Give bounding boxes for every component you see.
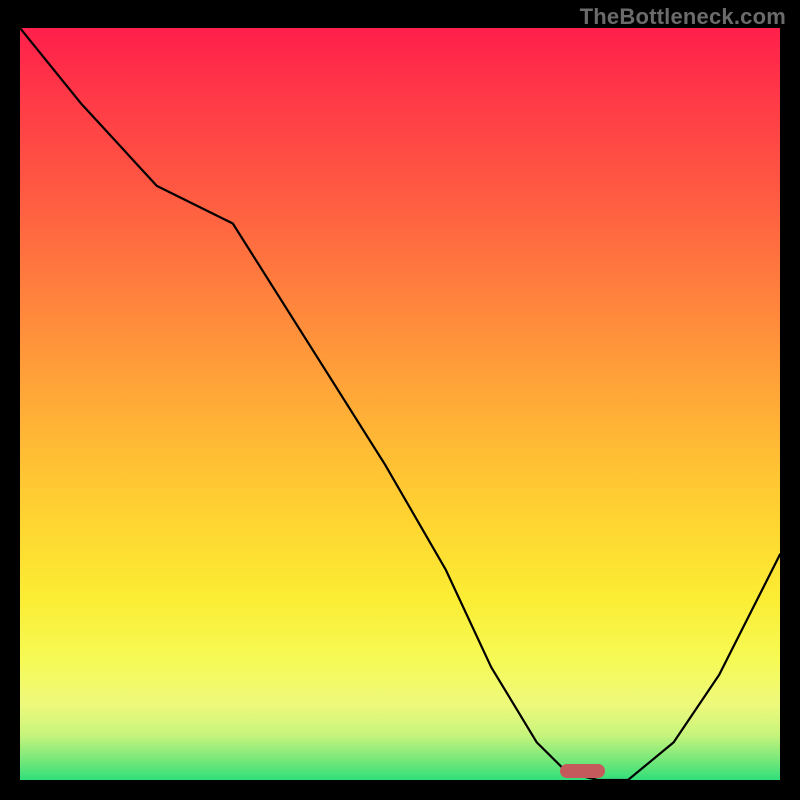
chart-frame: TheBottleneck.com [0, 0, 800, 800]
curve-path [20, 28, 780, 780]
watermark-text: TheBottleneck.com [580, 4, 786, 30]
plot-area [20, 28, 780, 780]
optimum-marker [560, 764, 606, 778]
bottleneck-curve [20, 28, 780, 780]
